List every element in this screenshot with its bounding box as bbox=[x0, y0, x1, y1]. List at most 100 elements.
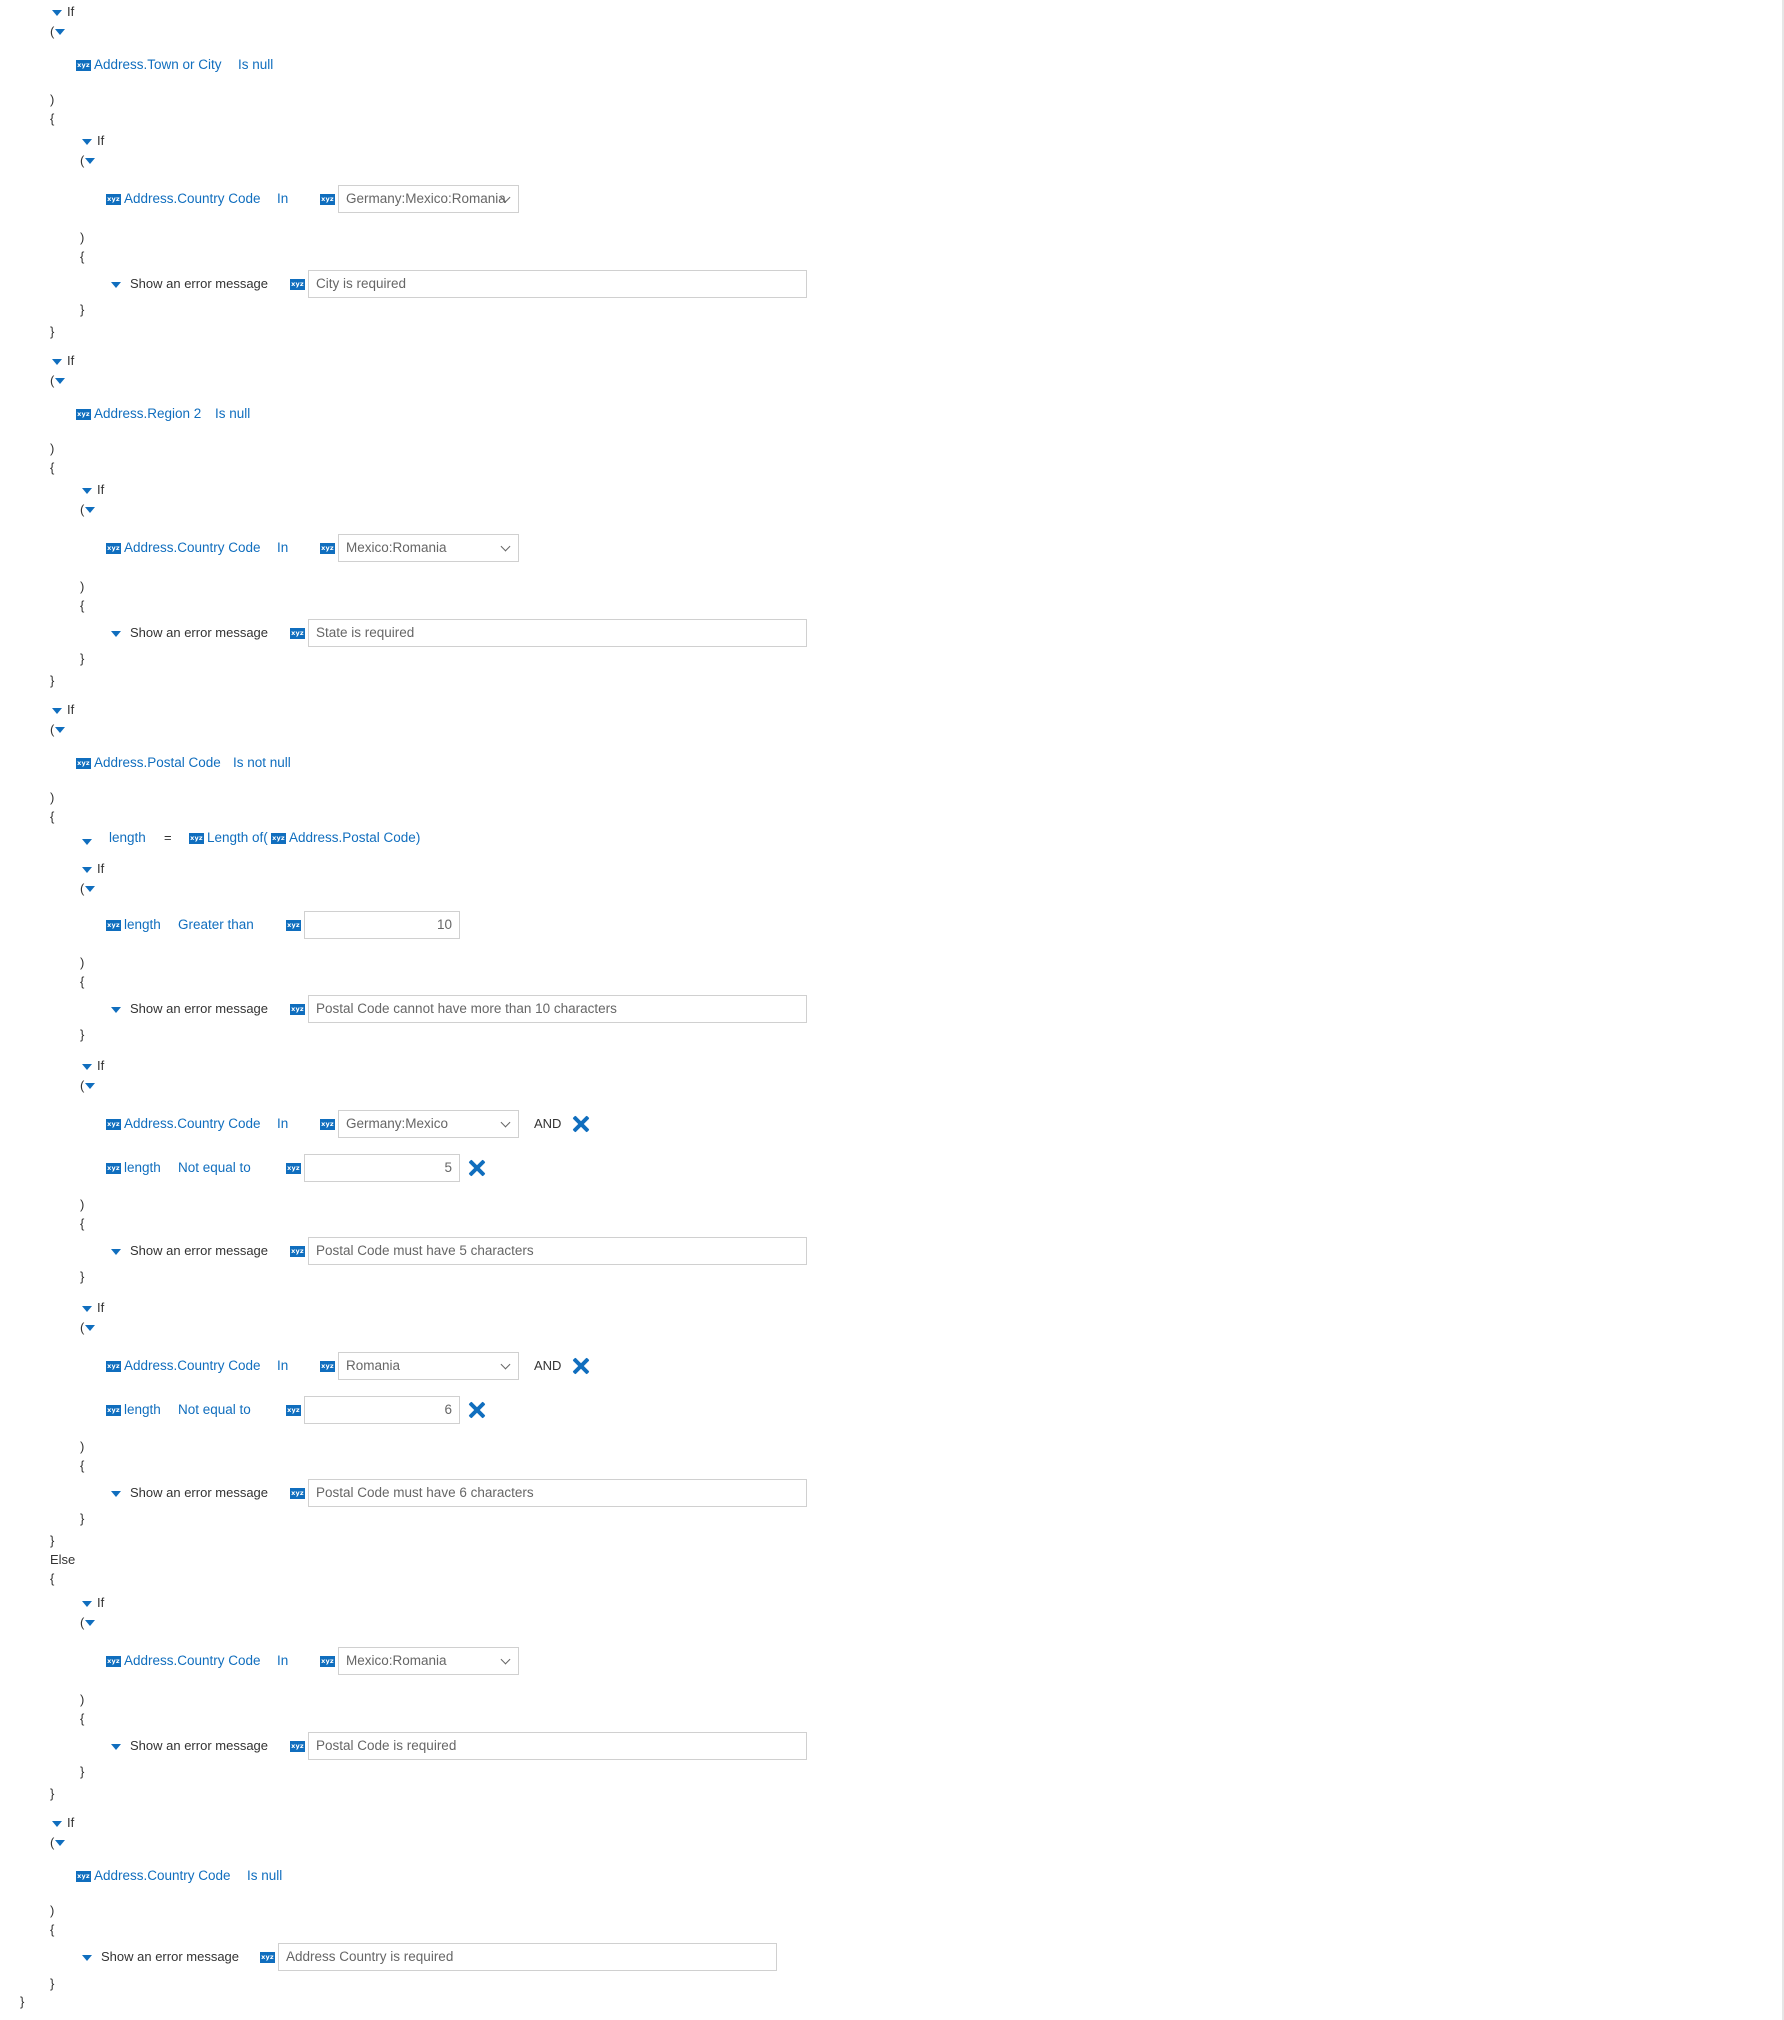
open-brace: { bbox=[50, 1571, 55, 1586]
expand-icon[interactable] bbox=[85, 1620, 95, 1626]
condition-operator[interactable]: In bbox=[277, 191, 288, 207]
close-icon[interactable] bbox=[468, 1159, 486, 1177]
condition-field[interactable]: length bbox=[124, 917, 161, 933]
message-input[interactable]: Postal Code must have 6 characters bbox=[308, 1479, 807, 1507]
chevron-down-icon bbox=[500, 1654, 511, 1665]
condition-operator[interactable]: Greater than bbox=[178, 917, 254, 933]
expand-icon[interactable] bbox=[82, 1601, 92, 1607]
expand-icon[interactable] bbox=[82, 1064, 92, 1070]
message-input[interactable]: State is required bbox=[308, 619, 807, 647]
condition-operator[interactable]: Is null bbox=[247, 1868, 282, 1884]
condition-operator[interactable]: In bbox=[277, 1358, 288, 1374]
condition-field[interactable]: Address.Country Code bbox=[124, 540, 261, 556]
expand-icon[interactable] bbox=[52, 708, 62, 714]
condition-field[interactable]: Address.Town or City bbox=[94, 57, 222, 73]
value-dropdown[interactable]: Mexico:Romania bbox=[338, 1647, 519, 1675]
and-operator[interactable]: AND bbox=[534, 1116, 561, 1132]
expand-icon[interactable] bbox=[111, 1249, 121, 1255]
action-label[interactable]: Show an error message bbox=[130, 276, 268, 292]
value-input[interactable]: 5 bbox=[304, 1154, 460, 1182]
variable-name[interactable]: length bbox=[109, 830, 146, 846]
action-label[interactable]: Show an error message bbox=[101, 1949, 239, 1965]
function-argument[interactable]: Address.Postal Code) bbox=[289, 830, 420, 846]
expand-icon[interactable] bbox=[111, 1007, 121, 1013]
expand-icon[interactable] bbox=[82, 1306, 92, 1312]
close-icon[interactable] bbox=[468, 1401, 486, 1419]
expand-icon[interactable] bbox=[111, 631, 121, 637]
message-input[interactable]: Address Country is required bbox=[278, 1943, 777, 1971]
expand-icon[interactable] bbox=[82, 867, 92, 873]
xyz-icon: xyz bbox=[271, 833, 286, 844]
condition-field[interactable]: length bbox=[124, 1402, 161, 1418]
close-brace: } bbox=[50, 324, 55, 339]
expand-icon[interactable] bbox=[111, 282, 121, 288]
expand-icon[interactable] bbox=[52, 359, 62, 365]
open-paren: ( bbox=[50, 722, 55, 737]
expand-icon[interactable] bbox=[85, 1083, 95, 1089]
condition-field[interactable]: Address.Country Code bbox=[124, 1358, 261, 1374]
expand-icon[interactable] bbox=[82, 488, 92, 494]
condition-operator[interactable]: Not equal to bbox=[178, 1160, 251, 1176]
close-paren: ) bbox=[80, 579, 85, 594]
message-input[interactable]: Postal Code must have 5 characters bbox=[308, 1237, 807, 1265]
function-name[interactable]: Length of( bbox=[207, 830, 268, 846]
action-label[interactable]: Show an error message bbox=[130, 1485, 268, 1501]
condition-field[interactable]: Address.Country Code bbox=[124, 1116, 261, 1132]
condition-field[interactable]: Address.Region 2 bbox=[94, 406, 201, 422]
expand-icon[interactable] bbox=[82, 1955, 92, 1961]
xyz-icon: xyz bbox=[106, 920, 121, 931]
expand-icon[interactable] bbox=[85, 886, 95, 892]
close-icon[interactable] bbox=[572, 1115, 590, 1133]
close-icon[interactable] bbox=[572, 1357, 590, 1375]
condition-operator[interactable]: In bbox=[277, 1116, 288, 1132]
xyz-icon: xyz bbox=[76, 60, 91, 71]
value-dropdown[interactable]: Germany:Mexico bbox=[338, 1110, 519, 1138]
condition-operator[interactable]: In bbox=[277, 1653, 288, 1669]
expand-icon[interactable] bbox=[85, 507, 95, 513]
and-operator[interactable]: AND bbox=[534, 1358, 561, 1374]
expand-icon[interactable] bbox=[82, 839, 92, 845]
condition-operator[interactable]: Is null bbox=[238, 57, 273, 73]
value-dropdown[interactable]: Germany:Mexico:Romania bbox=[338, 185, 519, 213]
condition-field[interactable]: Address.Postal Code bbox=[94, 755, 221, 771]
expand-icon[interactable] bbox=[52, 1821, 62, 1827]
condition-operator[interactable]: Is not null bbox=[233, 755, 291, 771]
expand-icon[interactable] bbox=[55, 29, 65, 35]
chevron-down-icon bbox=[500, 1117, 511, 1128]
expand-icon[interactable] bbox=[85, 158, 95, 164]
expand-icon[interactable] bbox=[82, 139, 92, 145]
expand-icon[interactable] bbox=[111, 1491, 121, 1497]
expand-icon[interactable] bbox=[85, 1325, 95, 1331]
condition-field[interactable]: Address.Country Code bbox=[94, 1868, 231, 1884]
expand-icon[interactable] bbox=[55, 378, 65, 384]
if-keyword: If bbox=[97, 1595, 105, 1610]
condition-operator[interactable]: In bbox=[277, 540, 288, 556]
action-label[interactable]: Show an error message bbox=[130, 1738, 268, 1754]
message-input[interactable]: Postal Code is required bbox=[308, 1732, 807, 1760]
expand-icon[interactable] bbox=[111, 1744, 121, 1750]
value-dropdown[interactable]: Mexico:Romania bbox=[338, 534, 519, 562]
expand-icon[interactable] bbox=[52, 10, 62, 16]
action-label[interactable]: Show an error message bbox=[130, 1001, 268, 1017]
message-input[interactable]: Postal Code cannot have more than 10 cha… bbox=[308, 995, 807, 1023]
expand-icon[interactable] bbox=[55, 1840, 65, 1846]
expand-icon[interactable] bbox=[55, 727, 65, 733]
condition-field[interactable]: Address.Country Code bbox=[124, 191, 261, 207]
dropdown-value: Romania bbox=[346, 1358, 401, 1373]
close-paren: ) bbox=[80, 1692, 85, 1707]
action-label[interactable]: Show an error message bbox=[130, 625, 268, 641]
condition-field[interactable]: length bbox=[124, 1160, 161, 1176]
message-input[interactable]: City is required bbox=[308, 270, 807, 298]
action-label[interactable]: Show an error message bbox=[130, 1243, 268, 1259]
xyz-icon: xyz bbox=[290, 1488, 305, 1499]
open-paren: ( bbox=[50, 373, 55, 388]
xyz-icon: xyz bbox=[320, 1656, 335, 1667]
condition-field[interactable]: Address.Country Code bbox=[124, 1653, 261, 1669]
condition-operator[interactable]: Is null bbox=[215, 406, 250, 422]
value-input[interactable]: 10 bbox=[304, 911, 460, 939]
close-paren: ) bbox=[80, 230, 85, 245]
close-brace: } bbox=[80, 1269, 85, 1284]
condition-operator[interactable]: Not equal to bbox=[178, 1402, 251, 1418]
value-input[interactable]: 6 bbox=[304, 1396, 460, 1424]
value-dropdown[interactable]: Romania bbox=[338, 1352, 519, 1380]
